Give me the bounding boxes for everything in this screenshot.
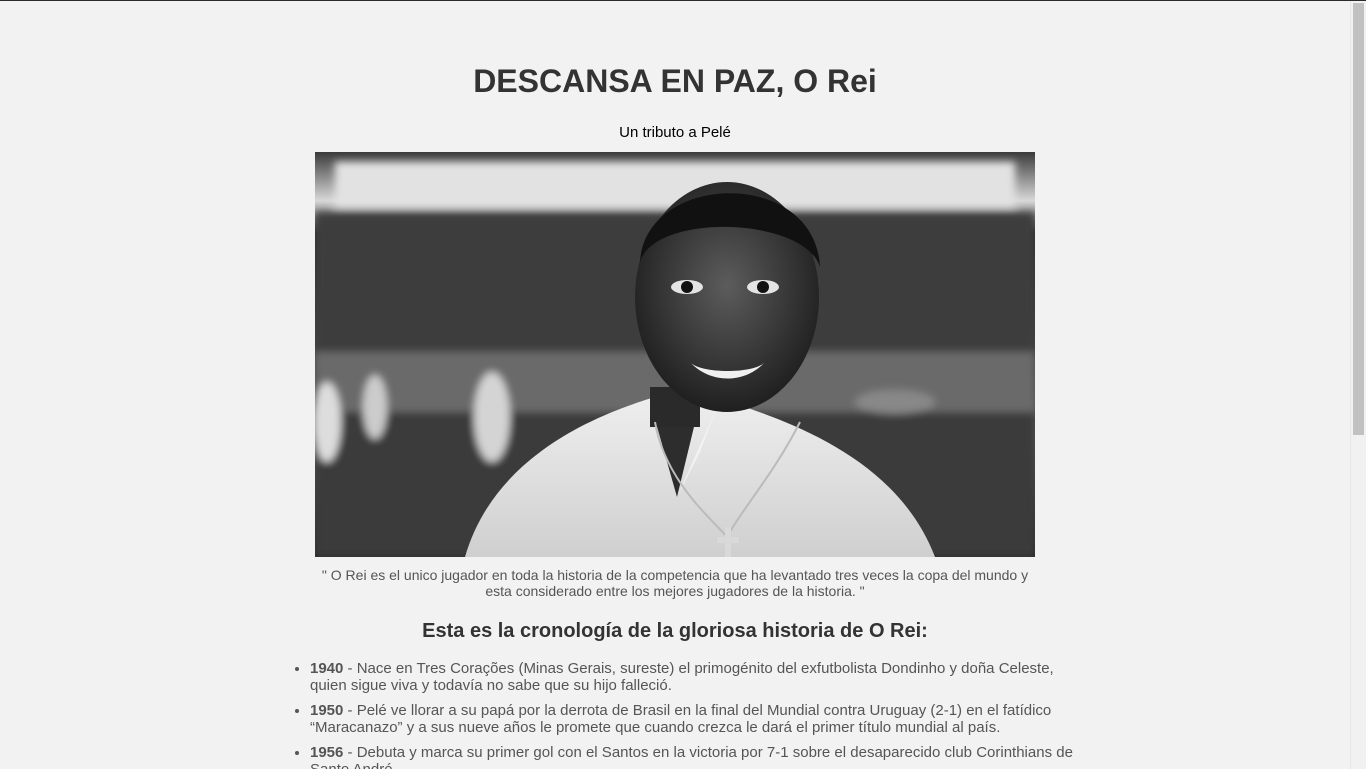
- page: DESCANSA EN PAZ, O Rei Un tributo a Pelé: [0, 1, 1350, 769]
- page-title: DESCANSA EN PAZ, O Rei: [473, 63, 877, 99]
- scrollbar-thumb[interactable]: [1353, 3, 1364, 435]
- timeline-item: 1940 - Nace en Tres Corações (Minas Gera…: [310, 660, 1075, 694]
- timeline-year: 1950: [310, 702, 344, 719]
- timeline-year: 1940: [310, 660, 344, 677]
- photo-figure: " O Rei es el unico jugador en toda la h…: [315, 152, 1035, 599]
- photo-caption: " O Rei es el unico jugador en toda la h…: [321, 567, 1029, 599]
- timeline-text: - Debuta y marca su primer gol con el Sa…: [310, 744, 1073, 769]
- timeline-text: - Pelé ve llorar a su papá por la derrot…: [310, 702, 1052, 736]
- timeline-year: 1956: [310, 744, 344, 761]
- main-content: DESCANSA EN PAZ, O Rei Un tributo a Pelé: [275, 63, 1075, 769]
- timeline-text: - Nace en Tres Corações (Minas Gerais, s…: [310, 660, 1054, 694]
- timeline-list: 1940 - Nace en Tres Corações (Minas Gera…: [275, 660, 1075, 769]
- timeline-item: 1956 - Debuta y marca su primer gol con …: [310, 744, 1075, 769]
- pele-photo: [315, 152, 1035, 557]
- timeline-heading: Esta es la cronología de la gloriosa his…: [422, 620, 928, 642]
- vertical-scrollbar[interactable]: [1350, 1, 1366, 769]
- page-subtitle: Un tributo a Pelé: [619, 124, 731, 141]
- timeline-section: Esta es la cronología de la gloriosa his…: [275, 619, 1075, 769]
- timeline-item: 1950 - Pelé ve llorar a su papá por la d…: [310, 702, 1075, 736]
